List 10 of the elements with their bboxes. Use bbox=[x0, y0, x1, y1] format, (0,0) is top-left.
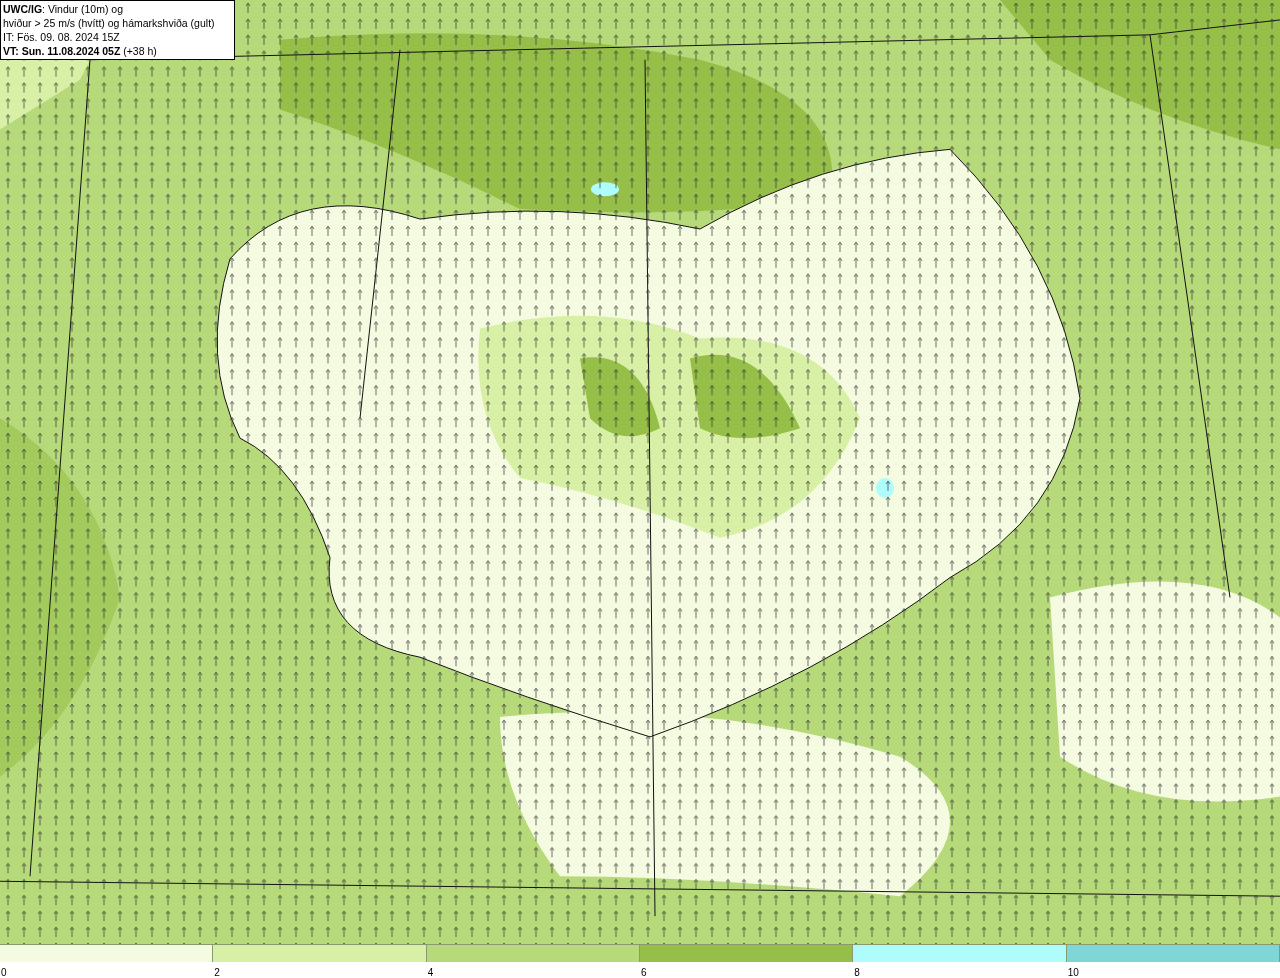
legend-label: 2 bbox=[213, 966, 220, 978]
info-text: IT: Fös. 09. 08. 2024 15Z bbox=[3, 30, 121, 44]
legend-label: 6 bbox=[640, 966, 647, 978]
legend-label: 4 bbox=[426, 966, 434, 978]
legend-label: 8 bbox=[853, 966, 860, 978]
info-text: VT: Sun. 11.08.2024 05Z (+38 h) bbox=[3, 44, 158, 58]
info-text: UWC/IG: Vindur (10m) og bbox=[3, 2, 124, 16]
legend-label: 0 bbox=[0, 966, 7, 978]
legend-label: 10 bbox=[1066, 966, 1079, 978]
info-text: hviður > 25 m/s (hvítt) og hámarkshviða (gult) bbox=[3, 16, 216, 30]
